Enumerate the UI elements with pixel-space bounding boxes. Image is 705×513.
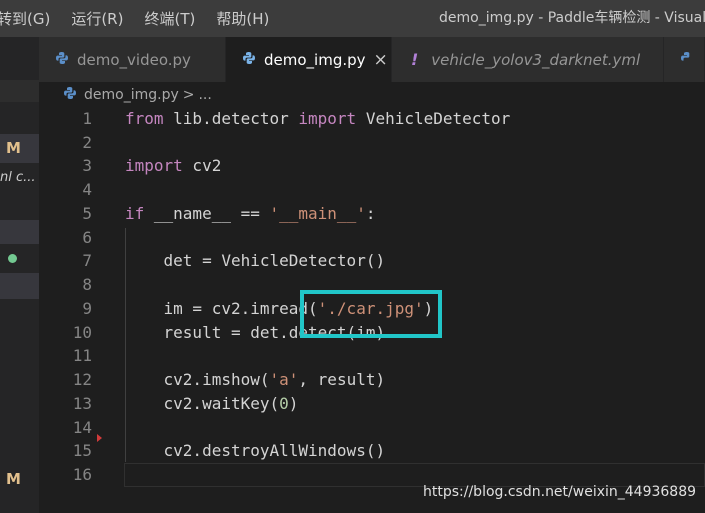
breadcrumb-separator: > — [182, 87, 195, 103]
status-dot-icon — [8, 254, 17, 263]
line-number: 13 — [72, 394, 92, 413]
sidebar-item[interactable] — [0, 273, 39, 299]
modified-badge: M — [6, 470, 21, 488]
line-number: 15 — [72, 441, 92, 460]
code-text: import cv2 — [125, 156, 222, 175]
code-text: from lib.detector import VehicleDetector — [125, 109, 511, 128]
tab-demo-video[interactable]: demo_video.py — [39, 37, 226, 82]
tab-label: demo_img.py — [264, 50, 366, 69]
line-number: 14 — [72, 418, 92, 437]
code-line: 5 if __name__ == '__main__': — [39, 202, 705, 226]
explorer-sidebar: M nl c... M — [0, 37, 39, 513]
line-number: 1 — [82, 109, 92, 128]
menu-terminal[interactable]: 终端(T) — [144, 8, 195, 29]
code-line: 15 cv2.destroyAllWindows() — [39, 439, 705, 463]
line-number: 7 — [82, 251, 92, 270]
code-text: det = VehicleDetector() — [125, 251, 386, 270]
code-line: 12 cv2.imshow('a', result) — [39, 368, 705, 392]
tab-label: vehicle_yolov3_darknet.yml — [431, 50, 641, 69]
line-number: 12 — [72, 370, 92, 389]
python-icon — [55, 51, 69, 69]
line-number: 3 — [82, 156, 92, 175]
line-number: 9 — [82, 299, 92, 318]
code-line: 7 det = VehicleDetector() — [39, 249, 705, 273]
python-icon — [242, 51, 256, 69]
title-bar: 转到(G) 运行(R) 终端(T) 帮助(H) demo_img.py - Pa… — [0, 0, 705, 37]
menu-run[interactable]: 运行(R) — [71, 8, 123, 29]
code-text: if __name__ == '__main__': — [125, 204, 376, 223]
tab-overflow[interactable] — [664, 37, 705, 82]
sidebar-item-label[interactable]: nl c... — [0, 170, 36, 185]
code-line: 11 — [39, 344, 705, 368]
tab-label: demo_video.py — [77, 50, 191, 69]
annotation-highlight-box — [300, 290, 442, 338]
menu-goto[interactable]: 转到(G) — [0, 8, 50, 29]
code-line: 4 — [39, 178, 705, 202]
line-number: 6 — [82, 228, 92, 247]
breadcrumb-more[interactable]: ... — [198, 87, 211, 103]
breadcrumb-file[interactable]: demo_img.py — [84, 87, 179, 103]
line-number: 11 — [72, 346, 92, 365]
yaml-icon: ! — [411, 50, 419, 69]
tab-vehicle-yml[interactable]: ! vehicle_yolov3_darknet.yml — [392, 37, 664, 82]
line-number: 2 — [82, 133, 92, 152]
close-icon[interactable]: × — [374, 50, 388, 70]
tab-demo-img[interactable]: demo_img.py × — [226, 37, 392, 82]
line-number: 16 — [72, 465, 92, 484]
modified-badge: M — [6, 139, 21, 157]
line-number: 4 — [82, 180, 92, 199]
code-line: 3 import cv2 — [39, 154, 705, 178]
code-line: 2 — [39, 131, 705, 155]
code-text: cv2.destroyAllWindows() — [125, 441, 386, 460]
sidebar-row[interactable] — [0, 80, 39, 102]
code-text: cv2.waitKey(0) — [125, 394, 299, 413]
menu-bar: 转到(G) 运行(R) 终端(T) 帮助(H) — [0, 0, 290, 37]
code-line: 13 cv2.waitKey(0) — [39, 392, 705, 416]
code-line: 14 — [39, 416, 705, 440]
window-title: demo_img.py - Paddle车辆检测 - Visual — [439, 10, 705, 26]
menu-help[interactable]: 帮助(H) — [216, 8, 269, 29]
code-line: 6 — [39, 226, 705, 250]
line-number: 5 — [82, 204, 92, 223]
code-text: cv2.imshow('a', result) — [125, 370, 386, 389]
python-icon — [63, 86, 77, 104]
editor-tabs: demo_video.py demo_img.py × ! vehicle_yo… — [39, 37, 705, 82]
watermark: https://blog.csdn.net/weixin_44936889 — [423, 484, 697, 500]
line-number: 10 — [72, 323, 92, 342]
code-line: 1 from lib.detector import VehicleDetect… — [39, 107, 705, 131]
code-line: 16 — [39, 463, 705, 487]
breadcrumb: demo_img.py > ... — [63, 84, 212, 106]
line-number: 8 — [82, 275, 92, 294]
sidebar-item[interactable] — [0, 220, 39, 244]
python-icon — [680, 51, 694, 69]
